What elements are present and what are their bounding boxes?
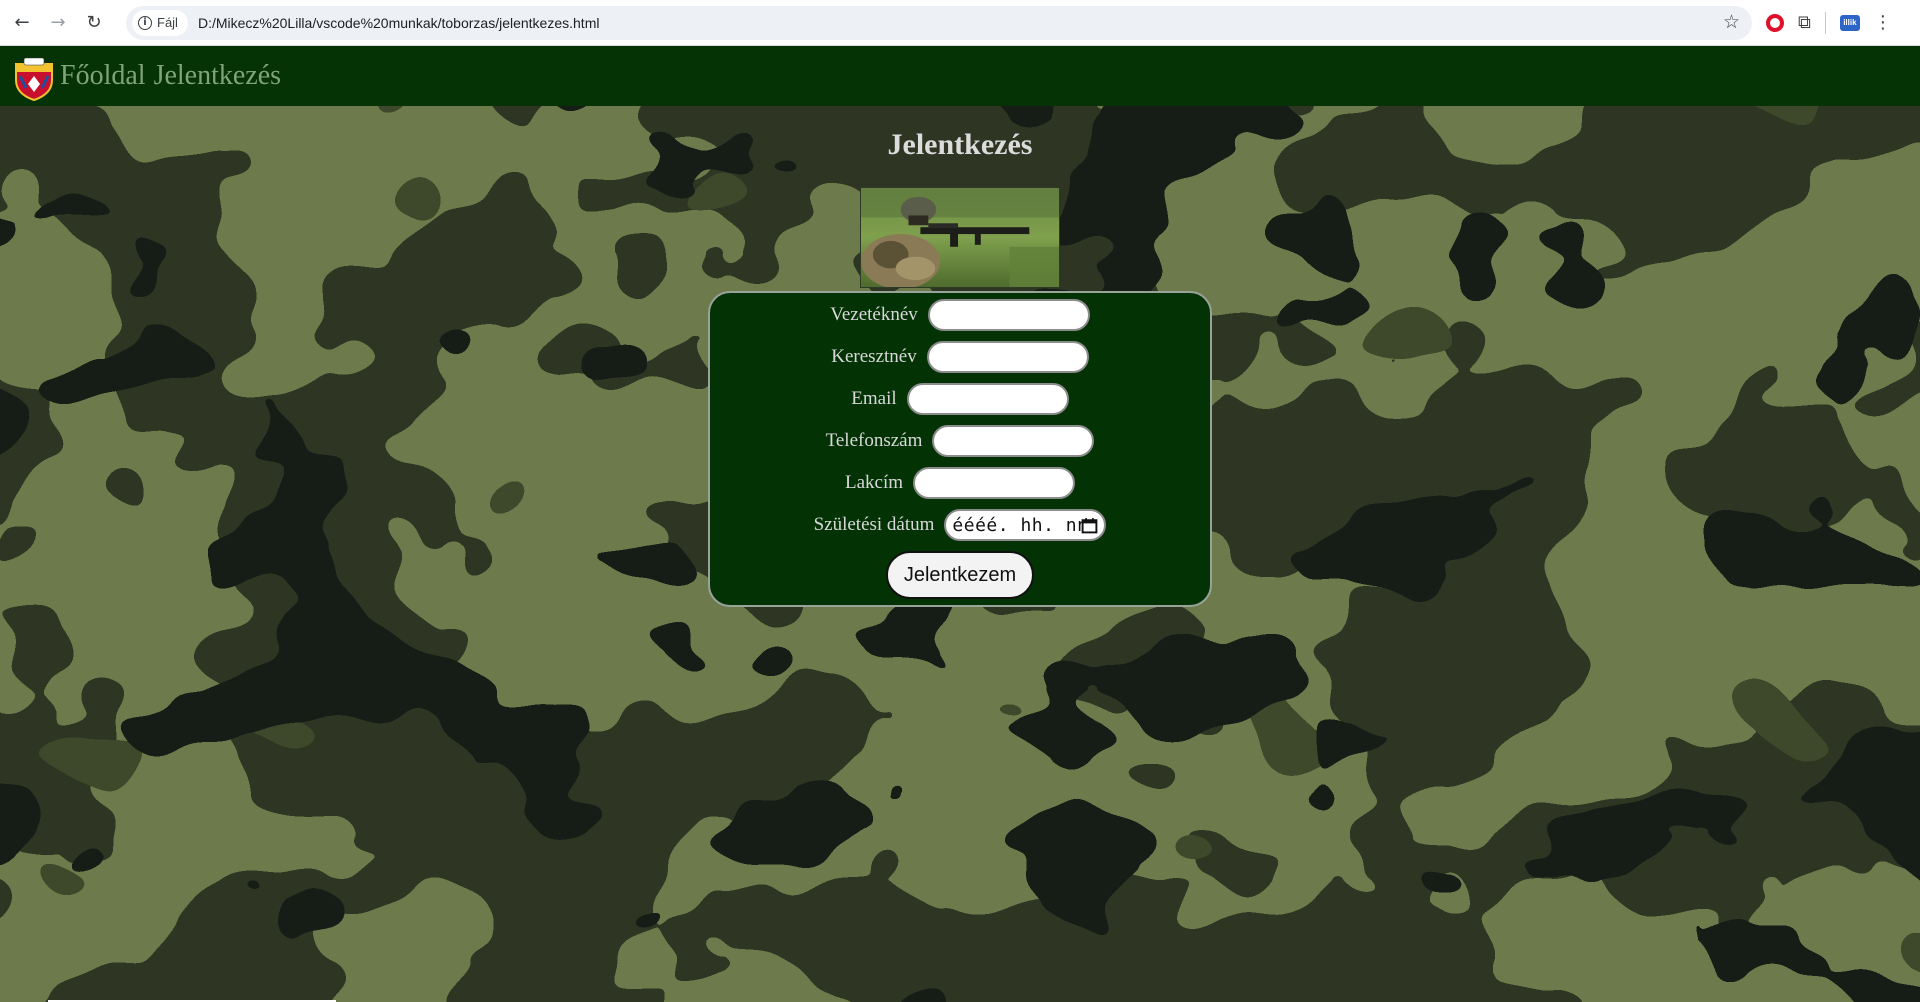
back-button[interactable]: ← — [4, 5, 40, 41]
submit-button[interactable]: Jelentkezem — [886, 551, 1034, 599]
toolbar-divider — [1824, 11, 1826, 34]
bookmark-star-icon[interactable]: ☆ — [1723, 11, 1740, 33]
browser-toolbar: ← → ↻ i Fájl D:/Mikecz%20Lilla/vscode%20… — [0, 0, 1920, 46]
town-crest-logo — [15, 57, 53, 102]
form-row-phone: Telefonszám — [710, 425, 1210, 457]
last-name-input[interactable] — [927, 299, 1090, 331]
forward-button[interactable]: → — [40, 5, 76, 41]
last-name-label: Vezetéknév — [830, 304, 918, 325]
birth-date-label: Születési dátum — [813, 514, 935, 535]
birth-date-placeholder: éééé. hh. nn. — [952, 514, 1100, 536]
form-row-address: Lakcím — [710, 467, 1210, 499]
nav-link-register[interactable]: Jelentkezés — [154, 60, 282, 92]
first-name-label: Keresztnév — [831, 346, 917, 367]
browser-menu-icon[interactable]: ⋮ — [1874, 12, 1892, 33]
site-info-chip[interactable]: i Fájl — [132, 9, 188, 36]
form-row-first-name: Keresztnév — [710, 341, 1210, 373]
calendar-icon[interactable] — [1081, 517, 1098, 534]
page-viewport: Főoldal Jelentkezés Jelentkezés Vezetékn… — [0, 46, 1920, 1002]
first-name-input[interactable] — [926, 341, 1089, 373]
email-input[interactable] — [906, 383, 1069, 415]
opera-extension-icon[interactable] — [1766, 13, 1784, 32]
address-bar[interactable]: i Fájl D:/Mikecz%20Lilla/vscode%20munkak… — [126, 5, 1752, 40]
address-label: Lakcím — [844, 472, 904, 493]
extensions-area: ⧉ illik ⋮ — [1766, 11, 1892, 34]
registration-form: Vezetéknév Keresztnév Email Telefonszám … — [708, 291, 1212, 607]
back-arrow-icon: ← — [14, 12, 30, 33]
form-row-birth-date: Születési dátum éééé. hh. nn. — [710, 509, 1210, 541]
form-row-submit: Jelentkezem — [710, 551, 1210, 599]
address-input[interactable] — [913, 467, 1076, 499]
page-title: Jelentkezés — [887, 128, 1033, 161]
forward-arrow-icon: → — [50, 12, 66, 33]
email-label: Email — [851, 388, 897, 409]
birth-date-input[interactable]: éééé. hh. nn. — [944, 509, 1107, 541]
url-text[interactable]: D:/Mikecz%20Lilla/vscode%20munkak/toborz… — [198, 15, 600, 31]
info-icon: i — [138, 15, 152, 30]
profile-extension-icon[interactable]: illik — [1839, 14, 1860, 31]
site-chip-label: Fájl — [157, 15, 178, 30]
form-row-last-name: Vezetéknév — [710, 299, 1210, 331]
form-row-email: Email — [710, 383, 1210, 415]
extensions-puzzle-icon[interactable]: ⧉ — [1798, 12, 1811, 33]
site-header: Főoldal Jelentkezés — [0, 46, 1920, 106]
reload-button[interactable]: ↻ — [76, 5, 112, 41]
reload-icon: ↻ — [86, 12, 102, 33]
phone-label: Telefonszám — [825, 430, 923, 451]
phone-input[interactable] — [932, 425, 1095, 457]
nav-link-home[interactable]: Főoldal — [60, 60, 146, 92]
soldier-photo — [860, 187, 1060, 288]
